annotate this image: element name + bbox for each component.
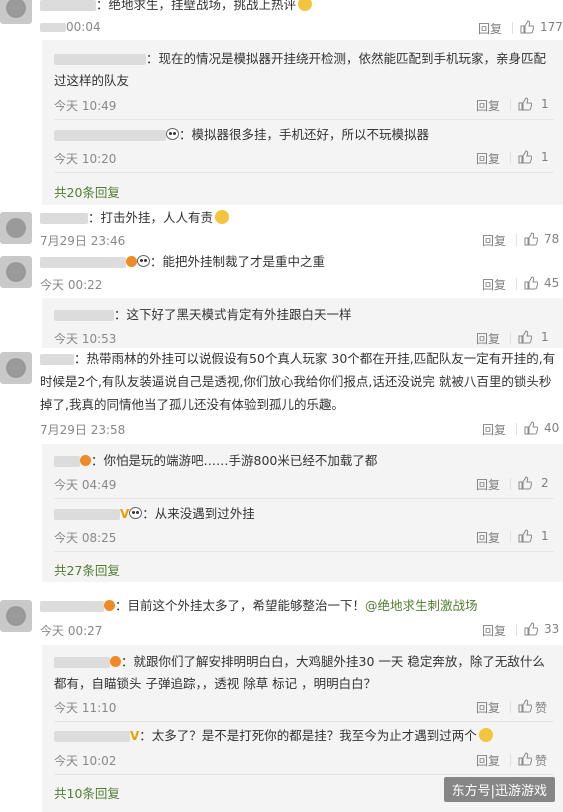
reply-button[interactable]: 回复 [476, 529, 500, 546]
like-count: 78 [544, 232, 560, 246]
like-count: 1 [541, 529, 549, 543]
like-count: 1 [541, 97, 549, 111]
reply-text: ：模拟器很多挂，手机还好，所以不玩模拟器 [54, 124, 429, 146]
reply-button[interactable]: 回复 [482, 421, 506, 438]
thumbs-up-icon[interactable] [524, 276, 538, 290]
reply-button[interactable]: 回复 [478, 20, 502, 37]
reply-text: ：现在的情况是模拟器开挂绕开检测，依然能匹配到手机玩家，亲身匹配过这样的队友 [54, 51, 547, 88]
watermark: 东方号|迅游游戏 [443, 777, 555, 802]
timestamp: 7月29日 23:46 [40, 234, 126, 248]
reply-button[interactable]: 回复 [476, 752, 500, 769]
comment-text: ：绝地求生，挂壁战场，挑战上热评 [40, 0, 313, 16]
reply-button[interactable]: 回复 [482, 622, 506, 639]
username[interactable] [40, 213, 88, 224]
reply-button[interactable]: 回复 [476, 150, 500, 167]
thumbs-up-icon[interactable] [524, 622, 538, 636]
thumbs-up-icon[interactable] [518, 476, 532, 490]
reply-button[interactable]: 回复 [482, 232, 506, 249]
thumbs-up-icon[interactable] [518, 150, 532, 164]
thumbs-up-icon[interactable] [518, 529, 532, 543]
thumbs-up-icon[interactable] [524, 421, 538, 435]
avatar[interactable] [0, 352, 32, 384]
thumbs-up-icon[interactable] [518, 330, 532, 344]
avatar[interactable] [0, 212, 32, 244]
reply-text: ：你怕是玩的端游吧……手游800米已经不加载了都 [54, 450, 377, 472]
timestamp: 00:04 [40, 20, 101, 34]
avatar[interactable] [0, 600, 32, 632]
avatar[interactable] [0, 256, 32, 288]
timestamp: 今天 10:02 [54, 754, 117, 768]
vip-badge-icon [110, 656, 121, 667]
timestamp: 今天 10:20 [54, 152, 117, 166]
username[interactable] [40, 257, 126, 268]
timestamp: 今天 00:22 [40, 278, 103, 292]
timestamp: 今天 04:49 [54, 478, 117, 492]
like-count: 40 [544, 421, 560, 435]
timestamp: 今天 08:25 [54, 531, 117, 545]
reply-button[interactable]: 回复 [482, 276, 506, 293]
panda-badge-icon [166, 128, 179, 140]
mention-link[interactable]: @绝地求生刺激战场 [365, 598, 478, 613]
username[interactable] [54, 509, 120, 520]
thumbs-up-icon[interactable] [518, 699, 532, 713]
reply-button[interactable]: 回复 [476, 476, 500, 493]
reply-text: V ：从来没遇到过外挂 [54, 503, 255, 525]
like-count: 177 [540, 20, 563, 34]
timestamp: 今天 10:53 [54, 332, 117, 346]
username[interactable] [40, 354, 74, 365]
panda-badge-icon [129, 507, 143, 519]
username[interactable] [40, 0, 96, 11]
emoji-icon [298, 0, 313, 11]
thumbs-up-icon[interactable] [524, 232, 538, 246]
username[interactable] [54, 731, 130, 742]
username[interactable] [40, 601, 104, 612]
cry-emoji-icon [478, 728, 493, 742]
laugh-emoji-icon [215, 210, 230, 224]
view-more-replies-link[interactable]: 共27条回复 [54, 560, 120, 579]
like-count: 2 [541, 476, 549, 490]
vip-badge-icon [104, 600, 115, 611]
timestamp: 7月29日 23:58 [40, 423, 126, 437]
view-more-replies-link[interactable]: 共20条回复 [54, 182, 120, 201]
reply-button[interactable]: 回复 [476, 699, 500, 716]
reply-text: V：太多了？是不是打死你的都是挂？我至今为止才遇到过两个 [54, 725, 493, 747]
comment-text: ：目前这个外挂太多了，希望能够整治一下！@绝地求生刺激战场 [40, 595, 478, 617]
timestamp: 今天 11:10 [54, 701, 117, 715]
vip-badge-icon [126, 256, 137, 267]
view-more-replies-link[interactable]: 共10条回复 [54, 783, 120, 802]
reply-button[interactable]: 回复 [476, 97, 500, 114]
avatar[interactable] [0, 0, 32, 24]
verified-badge-icon: V [130, 729, 140, 743]
thumbs-up-icon[interactable] [518, 752, 532, 766]
like-count: 45 [544, 276, 560, 290]
like-button[interactable]: 赞 [535, 752, 547, 769]
thumbs-up-icon[interactable] [518, 97, 532, 111]
thumbs-up-icon[interactable] [520, 20, 534, 34]
comment-text: ：热带雨林的外挂可以说假设有50个真人玩家 30个都在开挂,匹配队友一定有开挂的… [40, 351, 556, 412]
comment-text: ：能把外挂制裁了才是重中之重 [40, 251, 325, 273]
username[interactable] [54, 310, 114, 321]
panda-badge-icon [137, 255, 150, 267]
like-count: 1 [541, 150, 549, 164]
username[interactable] [54, 657, 110, 668]
reply-text: ：这下好了黑天模式肯定有外挂跟白天一样 [54, 304, 352, 326]
like-count: 33 [544, 622, 560, 636]
reply-text: ：就跟你们了解安排明明白白，大鸡腿外挂30 一天 稳定奔放，除了无敌什么都有，自… [54, 654, 545, 691]
timestamp: 今天 00:27 [40, 624, 103, 638]
reply-button[interactable]: 回复 [476, 330, 500, 347]
like-button[interactable]: 赞 [535, 699, 547, 716]
username[interactable] [54, 456, 80, 467]
username[interactable] [54, 130, 166, 141]
timestamp: 今天 10:49 [54, 99, 117, 113]
like-count: 1 [541, 330, 549, 344]
username[interactable] [54, 54, 146, 65]
comment-text: ：打击外挂，人人有责 [40, 207, 230, 229]
verified-badge-icon: V [120, 507, 130, 521]
vip-badge-icon [80, 455, 91, 466]
